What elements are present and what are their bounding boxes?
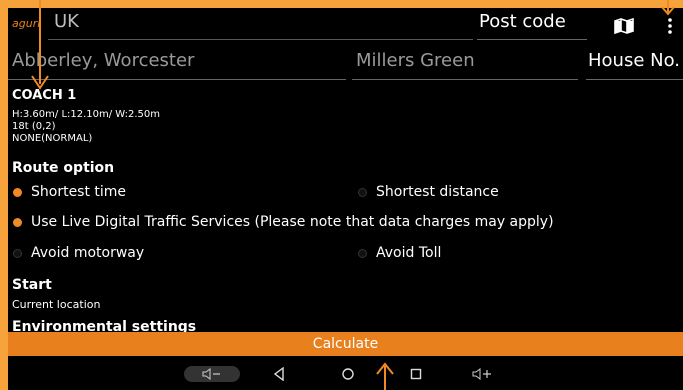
option-live-traffic[interactable]: Use Live Digital Traffic Services (Pleas…: [13, 214, 554, 230]
annotation-arrow-down-icon: [31, 0, 49, 90]
environmental-settings-title[interactable]: Environmental settings: [12, 320, 196, 332]
town-underline: [8, 79, 346, 80]
house-number-input[interactable]: House No.: [588, 50, 680, 71]
country-selector[interactable]: UK: [54, 11, 79, 32]
map-icon[interactable]: [614, 18, 634, 34]
vehicle-dimensions: H:3.60m/ L:12.10m/ W:2.50m: [12, 109, 160, 120]
top-bar: aguri UK Post code: [8, 8, 683, 42]
annotation-arrow-up-icon: [376, 362, 394, 390]
option-label: Avoid motorway: [31, 245, 145, 261]
annotation-arrow-menu-icon: [661, 0, 675, 16]
house-number-underline: [586, 79, 683, 80]
radio-unselected-icon[interactable]: [358, 187, 367, 197]
start-title: Start: [12, 277, 52, 293]
option-label: Shortest time: [31, 184, 127, 200]
radio-selected-icon[interactable]: [13, 187, 22, 197]
option-shortest-time[interactable]: Shortest time: [13, 184, 126, 200]
street-input[interactable]: Millers Green: [356, 50, 475, 71]
radio-unselected-icon[interactable]: [13, 248, 22, 258]
environment-clip: Environmental settings: [8, 320, 683, 332]
option-label: Shortest distance: [376, 184, 499, 200]
volume-up-icon[interactable]: [472, 367, 494, 381]
start-location[interactable]: Current location: [12, 298, 100, 311]
vehicle-weight: 18t (0,2): [12, 121, 56, 132]
volume-down-icon[interactable]: [202, 368, 222, 380]
calculate-button[interactable]: Calculate: [8, 332, 683, 356]
route-option-title: Route option: [12, 160, 115, 176]
more-vert-icon[interactable]: [668, 16, 672, 36]
radio-unselected-icon[interactable]: [358, 248, 367, 258]
option-avoid-toll[interactable]: Avoid Toll: [358, 245, 441, 261]
option-label: Avoid Toll: [376, 245, 442, 261]
option-label: Use Live Digital Traffic Services (Pleas…: [31, 214, 554, 230]
back-icon[interactable]: [273, 367, 285, 381]
postcode-input[interactable]: Post code: [479, 11, 566, 32]
country-underline: [48, 39, 473, 40]
app-screen: aguri UK Post code Abberley, Worcester M…: [8, 8, 683, 390]
home-icon[interactable]: [341, 367, 355, 381]
vehicle-hazard: NONE(NORMAL): [12, 133, 93, 144]
recents-icon[interactable]: [410, 368, 422, 380]
option-avoid-motorway[interactable]: Avoid motorway: [13, 245, 144, 261]
radio-selected-icon[interactable]: [13, 217, 22, 227]
system-nav-bar: [8, 356, 683, 390]
option-shortest-distance[interactable]: Shortest distance: [358, 184, 499, 200]
street-underline: [352, 79, 578, 80]
postcode-underline: [477, 39, 587, 40]
